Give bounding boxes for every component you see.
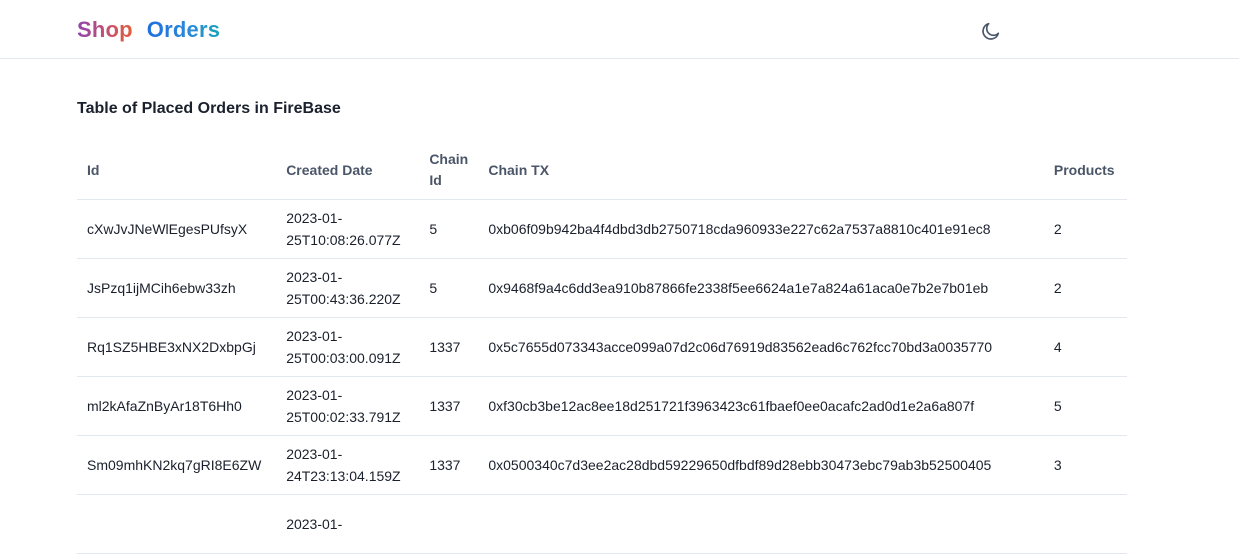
- cell-chain-tx: 0x0500340c7d3ee2ac28dbd59229650dfbdf89d2…: [478, 435, 1044, 495]
- cell-chain-id: 1337: [419, 317, 479, 377]
- column-header-chain-tx[interactable]: Chain TX: [478, 141, 1044, 200]
- cell-chain-id: 1337: [419, 435, 479, 495]
- table-header-row: Id Created Date Chain Id Chain TX Produc…: [77, 141, 1127, 200]
- table-row[interactable]: ml2kAfaZnByAr18T6Hh0 2023-01-25T00:02:33…: [77, 376, 1127, 436]
- page-title: Table of Placed Orders in FireBase: [77, 100, 341, 117]
- column-header-chain-id[interactable]: Chain Id: [419, 141, 479, 200]
- cell-id: [77, 494, 277, 554]
- nav-link-orders[interactable]: Orders: [147, 17, 220, 42]
- cell-created-date: 2023-01-25T00:43:36.220Z: [276, 258, 420, 318]
- cell-products: [1043, 494, 1127, 554]
- column-header-created-date[interactable]: Created Date: [276, 141, 420, 200]
- table-row[interactable]: Sm09mhKN2kq7gRI8E6ZW 2023-01-24T23:13:04…: [77, 435, 1127, 495]
- cell-id: ml2kAfaZnByAr18T6Hh0: [77, 376, 277, 436]
- cell-products: 4: [1043, 317, 1127, 377]
- cell-products: 5: [1043, 376, 1127, 436]
- cell-created-date: 2023-01-: [276, 494, 420, 554]
- orders-table: Id Created Date Chain Id Chain TX Produc…: [77, 141, 1127, 554]
- cell-products: 2: [1043, 258, 1127, 318]
- cell-chain-id: [419, 494, 479, 554]
- cell-chain-id: 5: [419, 258, 479, 318]
- top-navbar: Shop Orders: [0, 0, 1239, 59]
- cell-products: 3: [1043, 435, 1127, 495]
- theme-toggle-button[interactable]: [977, 17, 1005, 45]
- cell-created-date: 2023-01-25T10:08:26.077Z: [276, 199, 420, 259]
- cell-id: JsPzq1ijMCih6ebw33zh: [77, 258, 277, 318]
- cell-created-date: 2023-01-25T00:02:33.791Z: [276, 376, 420, 436]
- cell-id: Rq1SZ5HBE3xNX2DxbpGj: [77, 317, 277, 377]
- cell-chain-id: 5: [419, 199, 479, 259]
- column-header-products[interactable]: Products: [1043, 141, 1127, 200]
- cell-chain-tx: 0x5c7655d073343acce099a07d2c06d76919d835…: [478, 317, 1044, 377]
- table-row[interactable]: JsPzq1ijMCih6ebw33zh 2023-01-25T00:43:36…: [77, 258, 1127, 318]
- cell-chain-tx: 0xf30cb3be12ac8ee18d251721f3963423c61fba…: [478, 376, 1044, 436]
- moon-icon: [982, 22, 1000, 40]
- cell-id: cXwJvJNeWlEgesPUfsyX: [77, 199, 277, 259]
- column-header-id[interactable]: Id: [77, 141, 277, 200]
- cell-id: Sm09mhKN2kq7gRI8E6ZW: [77, 435, 277, 495]
- cell-chain-tx: [478, 494, 1044, 554]
- app-logo: Shop Orders: [77, 15, 220, 45]
- table-row[interactable]: cXwJvJNeWlEgesPUfsyX 2023-01-25T10:08:26…: [77, 199, 1127, 259]
- cell-products: 2: [1043, 199, 1127, 259]
- cell-chain-id: 1337: [419, 376, 479, 436]
- table-row[interactable]: Rq1SZ5HBE3xNX2DxbpGj 2023-01-25T00:03:00…: [77, 317, 1127, 377]
- table-row[interactable]: 2023-01-: [77, 494, 1127, 554]
- cell-created-date: 2023-01-24T23:13:04.159Z: [276, 435, 420, 495]
- cell-chain-tx: 0x9468f9a4c6dd3ea910b87866fe2338f5ee6624…: [478, 258, 1044, 318]
- logo-shop-text[interactable]: Shop: [77, 17, 133, 42]
- cell-created-date: 2023-01-25T00:03:00.091Z: [276, 317, 420, 377]
- cell-chain-tx: 0xb06f09b942ba4f4dbd3db2750718cda960933e…: [478, 199, 1044, 259]
